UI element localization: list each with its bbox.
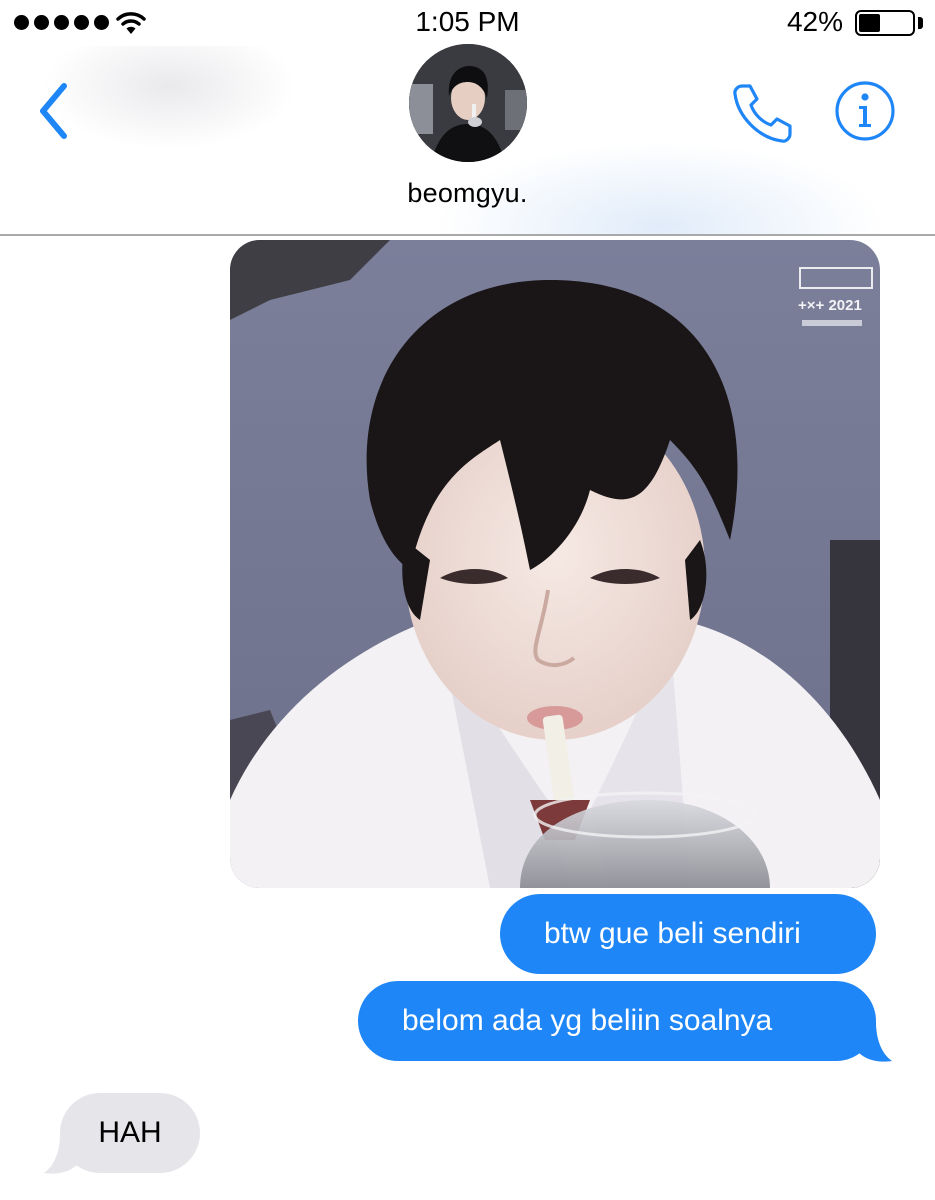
- conversation-header: beomgyu.: [0, 44, 935, 234]
- phone-icon: [733, 84, 792, 143]
- status-bar: 1:05 PM 42%: [0, 0, 935, 46]
- avatar-photo: [409, 44, 527, 162]
- battery-tip: [918, 17, 923, 29]
- message-bubble-outgoing[interactable]: belom ada yg beliin soalnya: [358, 981, 876, 1061]
- chevron-left-icon: [40, 83, 67, 139]
- sent-photo: +×+ 2021: [230, 240, 880, 888]
- svg-text:+×+ 2021: +×+ 2021: [798, 297, 862, 314]
- message-text: btw gue beli sendiri: [544, 917, 801, 950]
- info-button[interactable]: [834, 80, 896, 142]
- header-divider: [0, 234, 935, 236]
- info-icon: [835, 81, 895, 141]
- battery-percentage: 42%: [786, 6, 843, 37]
- bubble-tail-incoming: [44, 1134, 86, 1174]
- battery-level-fill: [859, 14, 880, 32]
- message-text: HAH: [98, 1116, 162, 1149]
- bubble-tail-outgoing: [850, 1022, 892, 1062]
- photo-message[interactable]: +×+ 2021: [230, 240, 880, 888]
- back-button[interactable]: [30, 76, 86, 146]
- contact-name[interactable]: beomgyu.: [0, 178, 935, 209]
- call-button[interactable]: [728, 80, 796, 148]
- contact-avatar[interactable]: [409, 44, 527, 162]
- battery-icon: [855, 10, 915, 36]
- message-text: belom ada yg beliin soalnya: [402, 1004, 773, 1037]
- message-bubble-outgoing[interactable]: btw gue beli sendiri: [500, 894, 876, 974]
